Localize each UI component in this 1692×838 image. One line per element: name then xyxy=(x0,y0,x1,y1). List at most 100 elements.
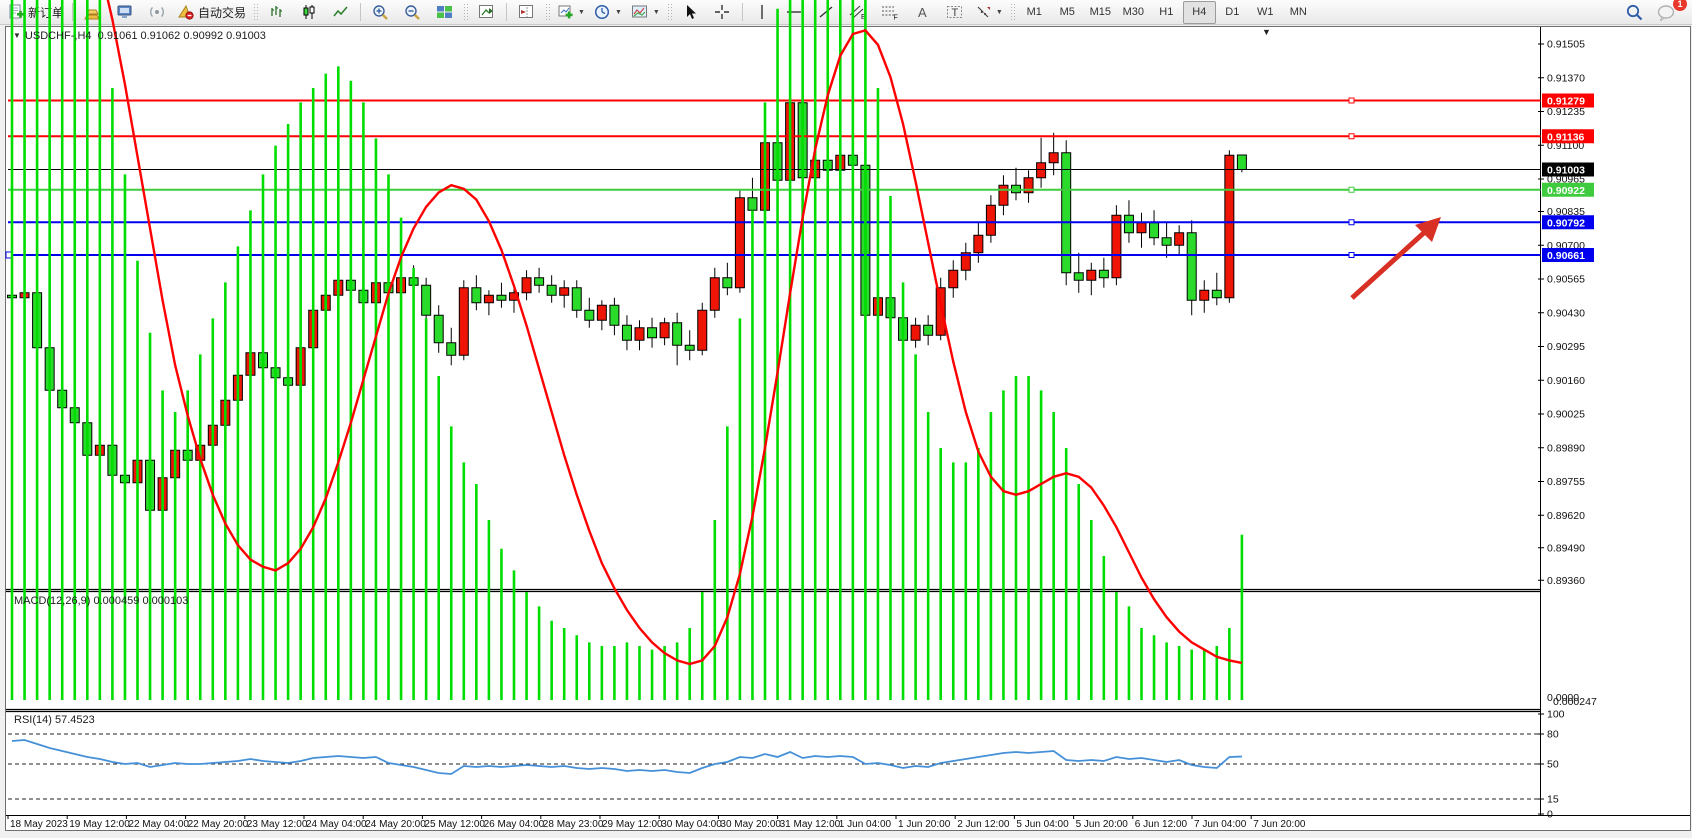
candle xyxy=(610,298,619,336)
line-handle[interactable] xyxy=(1349,187,1354,192)
symbol-period-label: USDCHF-,H4 xyxy=(25,30,92,42)
price-badge-label: 0.90922 xyxy=(1547,185,1585,197)
time-axis-label: 22 May 04:00 xyxy=(128,819,189,830)
candle xyxy=(1087,263,1096,296)
time-axis-label: 1 Jun 20:00 xyxy=(898,819,951,830)
time-axis-label: 7 Jun 04:00 xyxy=(1194,819,1247,830)
rsi-axis-label: 50 xyxy=(1547,759,1559,771)
line-handle[interactable] xyxy=(1349,220,1354,225)
candle xyxy=(1037,138,1046,188)
time-axis-label: 26 May 04:00 xyxy=(484,819,545,830)
candle xyxy=(1099,258,1108,288)
candle xyxy=(585,298,594,328)
price-badge-label: 0.91003 xyxy=(1547,165,1585,177)
candle xyxy=(723,263,732,296)
price-badge-label: 0.91279 xyxy=(1547,96,1585,108)
time-axis-label: 30 May 04:00 xyxy=(661,819,722,830)
chart-canvas[interactable]: 0.915050.913700.912350.911000.909650.908… xyxy=(0,0,1692,838)
line-handle[interactable] xyxy=(1349,98,1354,103)
rsi-line xyxy=(12,740,1242,774)
candle xyxy=(510,288,519,313)
macd-axis-bottom-label: 0.000247 xyxy=(1553,696,1597,708)
rsi-axis-label: 0 xyxy=(1547,809,1553,821)
time-axis-label: 24 May 20:00 xyxy=(365,819,426,830)
price-axis-label: 0.90295 xyxy=(1547,341,1585,353)
candle xyxy=(535,268,544,293)
candle xyxy=(648,318,657,348)
price-axis-label: 0.90565 xyxy=(1547,274,1585,286)
time-axis-label: 30 May 20:00 xyxy=(720,819,781,830)
candle xyxy=(484,290,493,315)
candle xyxy=(961,243,970,281)
time-axis-label: 31 May 12:00 xyxy=(780,819,841,830)
candle xyxy=(560,280,569,308)
macd-signal-value: 0.000103 xyxy=(142,595,188,607)
price-axis-label: 0.89490 xyxy=(1547,542,1585,554)
candle xyxy=(635,320,644,350)
macd-name: MACD(12,26,9) xyxy=(14,595,90,607)
price-axis-label: 0.89755 xyxy=(1547,476,1585,488)
candle xyxy=(1187,220,1196,315)
candle xyxy=(1225,150,1234,303)
price-axis-label: 0.91370 xyxy=(1547,72,1585,84)
symbol-collapse-icon[interactable]: ▼ xyxy=(13,31,21,40)
time-axis-label: 6 Jun 12:00 xyxy=(1135,819,1188,830)
candle xyxy=(1212,273,1221,306)
rsi-indicator-label: RSI(14) 57.4523 xyxy=(14,714,95,726)
candle xyxy=(1112,205,1121,285)
price-axis-label: 0.89360 xyxy=(1547,575,1585,587)
time-axis-label: 5 Jun 04:00 xyxy=(1016,819,1069,830)
candle xyxy=(673,313,682,366)
time-axis-label: 7 Jun 20:00 xyxy=(1253,819,1306,830)
rsi-name: RSI(14) xyxy=(14,714,52,726)
macd-indicator-label: MACD(12,26,9) 0.000459 0.000103 xyxy=(14,595,188,607)
candle xyxy=(685,330,694,360)
time-axis-label: 18 May 2023 xyxy=(10,819,68,830)
price-axis-label: 0.90160 xyxy=(1547,375,1585,387)
candle xyxy=(660,318,669,346)
line-handle[interactable] xyxy=(1349,253,1354,258)
price-axis-label: 0.91505 xyxy=(1547,39,1585,51)
rsi-axis-label: 15 xyxy=(1547,794,1559,806)
rsi-axis-label: 100 xyxy=(1547,709,1565,721)
time-axis-label: 19 May 12:00 xyxy=(69,819,130,830)
price-badge-label: 0.90661 xyxy=(1547,250,1585,262)
candle xyxy=(1150,210,1159,245)
candle xyxy=(434,305,443,353)
candle xyxy=(1024,170,1033,203)
candle xyxy=(472,275,481,310)
chart-header: ▼USDCHF-,H4 0.91061 0.91062 0.90992 0.91… xyxy=(13,30,266,42)
candle xyxy=(999,175,1008,215)
candle xyxy=(522,270,531,300)
price-axis-label: 0.89890 xyxy=(1547,442,1585,454)
time-axis-label: 1 Jun 04:00 xyxy=(839,819,892,830)
candle xyxy=(497,283,506,308)
candle xyxy=(986,195,995,243)
price-badge-label: 0.90792 xyxy=(1547,217,1585,229)
mt4-application: 新订单 自动交易 xyxy=(0,0,1692,838)
candle xyxy=(572,280,581,318)
rsi-value: 57.4523 xyxy=(55,714,95,726)
quote-open: 0.91061 xyxy=(98,30,138,42)
time-axis-label: 2 Jun 12:00 xyxy=(957,819,1010,830)
candle xyxy=(1200,280,1209,313)
line-handle[interactable] xyxy=(1349,134,1354,139)
quick-trade-collapse-icon[interactable]: ▼ xyxy=(1262,27,1271,37)
candle xyxy=(422,278,431,323)
trend-arrow-annotation[interactable] xyxy=(1352,217,1441,298)
candle xyxy=(698,303,707,356)
candle xyxy=(447,328,456,366)
time-axis-label: 25 May 12:00 xyxy=(424,819,485,830)
candle xyxy=(1062,140,1071,285)
price-axis-label: 0.91235 xyxy=(1547,106,1585,118)
candle xyxy=(1074,253,1083,293)
rsi-axis-label: 80 xyxy=(1547,729,1559,741)
price-axis-label: 0.89620 xyxy=(1547,510,1585,522)
quote-close: 0.91003 xyxy=(226,30,266,42)
price-badge-label: 0.91136 xyxy=(1547,131,1585,143)
price-axis-label: 0.90025 xyxy=(1547,409,1585,421)
candle xyxy=(459,280,468,360)
candle xyxy=(924,315,933,345)
time-axis-label: 23 May 12:00 xyxy=(247,819,308,830)
candle xyxy=(547,275,556,303)
